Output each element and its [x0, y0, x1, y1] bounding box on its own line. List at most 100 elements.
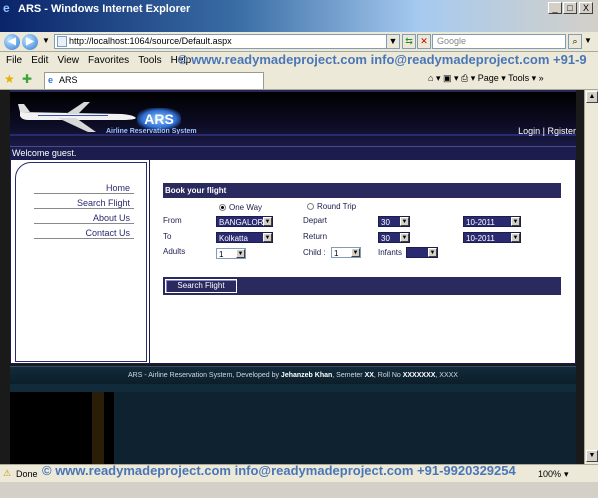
nav-search-flight[interactable]: Search Flight [34, 198, 134, 209]
add-favorite-icon[interactable]: ✚ [22, 72, 32, 86]
menu-tools[interactable]: Tools [138, 55, 161, 66]
return-day-value: 30 [381, 234, 390, 243]
footer-mid2: , Roll No [373, 372, 403, 379]
status-done: Done [16, 469, 38, 479]
menu-edit[interactable]: Edit [31, 55, 48, 66]
warning-icon: ⚠ [3, 468, 12, 478]
window-title: ARS - Windows Internet Explorer [18, 3, 191, 15]
favorites-star-icon[interactable]: ★ [4, 72, 15, 86]
command-bar: ⌂ ▾ ▣ ▾ ⎙ ▾ Page ▾ Tools ▾ » [428, 73, 544, 83]
child-select[interactable]: 1 ▼ [331, 247, 361, 258]
address-bar[interactable]: http://localhost:1064/source/Default.asp… [54, 34, 394, 49]
to-value: Kolkatta [219, 234, 248, 243]
booking-form: Book your flight One Way Round Trip From… [163, 183, 561, 296]
login-link[interactable]: Login [518, 126, 540, 136]
back-icon[interactable]: ◀ [4, 34, 20, 50]
one-way-radio[interactable]: One Way [219, 203, 262, 212]
round-trip-label: Round Trip [317, 202, 357, 211]
scroll-down-icon[interactable]: ▼ [586, 450, 598, 462]
booking-header: Book your flight [163, 183, 561, 198]
watermark-top: © www.readymadeproject.com info@readymad… [178, 52, 587, 67]
zoom-control[interactable]: 100% ▾ [538, 469, 569, 480]
search-options-icon[interactable]: ▼ [584, 36, 592, 45]
zoom-dropdown-icon: ▾ [564, 469, 569, 479]
adults-dropdown-icon: ▼ [236, 249, 245, 258]
footer-author: Jehanzeb Khan [280, 372, 333, 379]
window-title-bar: e ARS - Windows Internet Explorer _ □ X [0, 0, 598, 32]
child-dropdown-icon: ▼ [351, 248, 360, 257]
depart-month-value: 10-2011 [466, 218, 495, 227]
page-viewport: ARS Airline Reservation System Login | R… [0, 90, 584, 464]
tools-menu[interactable]: Tools [508, 73, 529, 83]
footer-mid1: , Semeter [332, 372, 365, 379]
return-month-value: 10-2011 [466, 234, 495, 243]
page-icon [57, 36, 67, 47]
tab-ars[interactable]: e ARS [44, 72, 264, 89]
site-footer: ARS - Airline Reservation System, Develo… [10, 366, 576, 384]
forward-icon[interactable]: ▶ [22, 34, 38, 50]
nav-home[interactable]: Home [34, 183, 134, 194]
footer-suffix: , XXXX [435, 372, 458, 379]
from-value: BANGALOR [219, 218, 264, 227]
radio-unselected-icon [307, 203, 314, 210]
tab-bar: ★ ✚ e ARS ⌂ ▾ ▣ ▾ ⎙ ▾ Page ▾ Tools ▾ » [0, 70, 598, 90]
to-select[interactable]: Kolkatta ▼ [216, 232, 273, 243]
from-select[interactable]: BANGALOR ▼ [216, 216, 273, 227]
from-label: From [163, 216, 182, 225]
address-toolbar: ◀ ▶ ▼ http://localhost:1064/source/Defau… [0, 32, 598, 52]
page-menu[interactable]: Page [478, 73, 499, 83]
radio-selected-icon [219, 204, 226, 211]
address-url: http://localhost:1064/source/Default.asp… [69, 36, 232, 46]
column-divider [149, 160, 150, 365]
search-flight-button[interactable]: Search Flight [165, 279, 237, 293]
site-header: ARS Airline Reservation System Login | R… [10, 90, 576, 146]
zoom-value: 100% [538, 469, 562, 479]
address-dropdown-icon[interactable]: ▼ [386, 34, 400, 49]
feeds-icon[interactable]: ▣ [443, 73, 452, 83]
search-bar: Search Flight [163, 277, 561, 295]
depart-month-select[interactable]: 10-2011 ▼ [463, 216, 521, 227]
return-day-select[interactable]: 30 ▼ [378, 232, 410, 243]
depart-day-select[interactable]: 30 ▼ [378, 216, 410, 227]
print-icon[interactable]: ⎙ [461, 73, 468, 83]
search-go-icon[interactable]: ⌕ [568, 34, 582, 49]
menu-favorites[interactable]: Favorites [88, 55, 129, 66]
tab-label: ARS [59, 75, 78, 85]
ars-logo: ARS [137, 108, 181, 130]
search-input[interactable]: Google [432, 34, 566, 49]
return-month-dropdown-icon: ▼ [511, 233, 520, 242]
auth-links: Login | Rgister [518, 126, 576, 136]
footer-semester: XX [364, 372, 374, 379]
infants-select[interactable]: ▼ [406, 247, 438, 258]
footer-roll: XXXXXXX [402, 372, 436, 379]
ie-logo-icon: e [3, 1, 10, 15]
recent-pages-dropdown-icon[interactable]: ▼ [42, 36, 50, 45]
close-button[interactable]: X [579, 2, 593, 14]
depart-day-value: 30 [381, 218, 390, 227]
adults-value: 1 [219, 250, 224, 259]
from-dropdown-icon: ▼ [263, 217, 272, 226]
header-divider [10, 134, 576, 136]
maximize-button[interactable]: □ [563, 2, 577, 14]
refresh-icon[interactable]: ⇆ [402, 34, 416, 49]
return-month-select[interactable]: 10-2011 ▼ [463, 232, 521, 243]
register-link[interactable]: Rgister [547, 126, 576, 136]
child-label: Child : [303, 248, 326, 257]
to-dropdown-icon: ▼ [263, 233, 272, 242]
depart-month-dropdown-icon: ▼ [511, 217, 520, 226]
nav-about-us[interactable]: About Us [34, 213, 134, 224]
vertical-scrollbar[interactable]: ▲ ▼ [584, 90, 598, 464]
round-trip-radio[interactable]: Round Trip [307, 202, 356, 211]
menu-file[interactable]: File [6, 55, 22, 66]
watermark-bottom: © www.readymadeproject.com info@readymad… [42, 463, 516, 478]
adults-label: Adults [163, 247, 186, 256]
menu-view[interactable]: View [57, 55, 79, 66]
minimize-button[interactable]: _ [548, 2, 562, 14]
scroll-up-icon[interactable]: ▲ [586, 91, 598, 103]
to-label: To [163, 232, 172, 241]
page-background-accent [92, 392, 104, 464]
home-icon[interactable]: ⌂ [428, 73, 433, 83]
adults-select[interactable]: 1 ▼ [216, 248, 246, 259]
stop-icon[interactable]: ✕ [417, 34, 431, 49]
nav-contact-us[interactable]: Contact Us [34, 228, 134, 239]
